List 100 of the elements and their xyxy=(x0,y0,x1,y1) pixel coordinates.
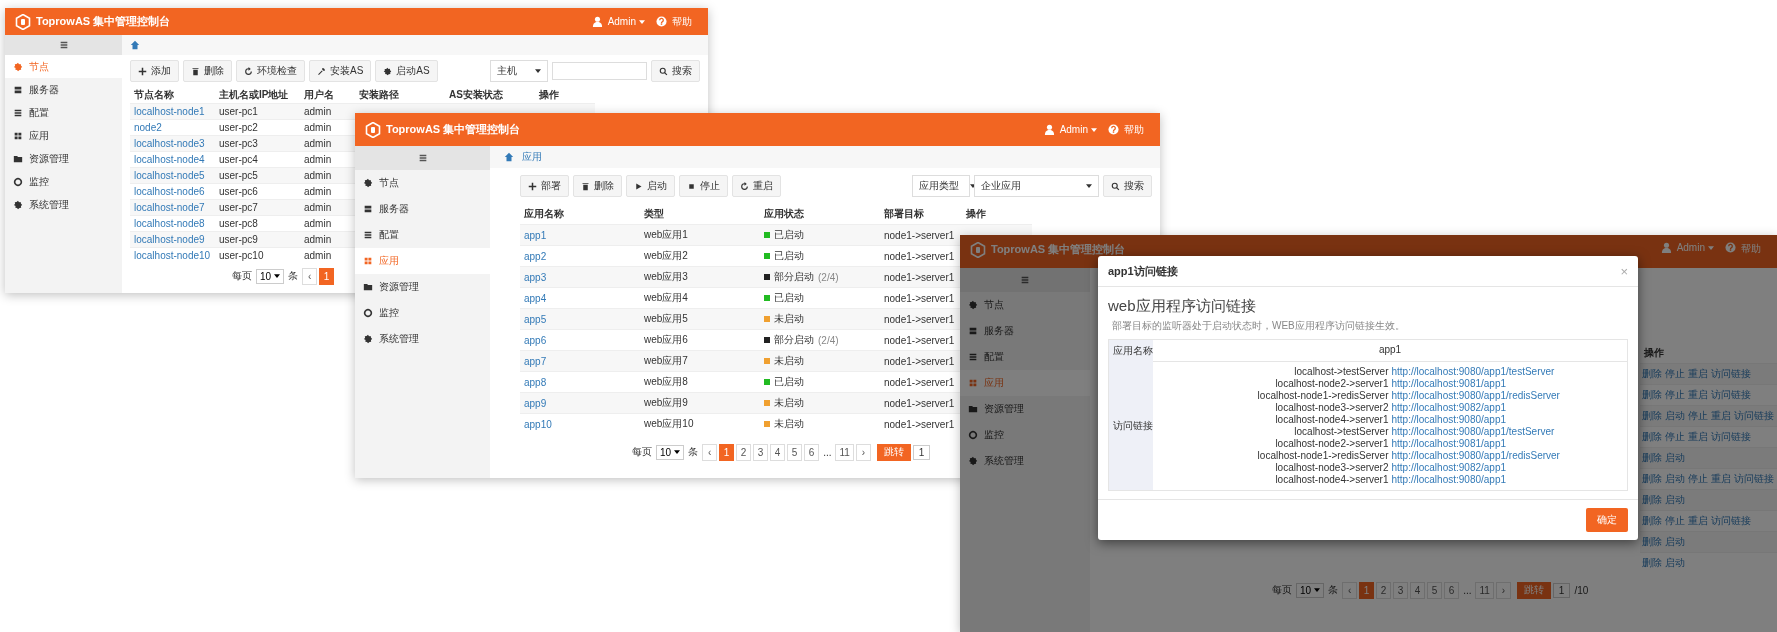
sidebar-item[interactable]: 监控 xyxy=(5,170,122,193)
page-button[interactable]: 6 xyxy=(804,443,820,461)
toolbar-button[interactable]: 删除 xyxy=(183,60,232,82)
url-link[interactable]: http://localhost:9081/app1 xyxy=(1391,438,1627,450)
toolbar-button[interactable]: 停止 xyxy=(679,175,728,197)
help-link[interactable]: 帮助 xyxy=(1741,242,1767,256)
action-link[interactable]: 启动 xyxy=(1665,451,1685,465)
url-link[interactable]: http://localhost:9080/app1 xyxy=(1391,474,1627,486)
sidebar-item[interactable]: 资源管理 xyxy=(5,147,122,170)
jump-button[interactable]: 跳转 xyxy=(1516,581,1551,599)
sidebar-toggle[interactable] xyxy=(960,268,1090,292)
action-link[interactable]: 停止 xyxy=(1665,388,1685,402)
page-button[interactable]: 11 xyxy=(1475,581,1494,599)
action-link[interactable]: 停止 xyxy=(1665,367,1685,381)
action-link[interactable]: 删除 xyxy=(1642,493,1662,507)
name-link[interactable]: app3 xyxy=(520,271,640,283)
action-link[interactable]: 删除 xyxy=(1642,367,1662,381)
action-link[interactable]: 启动 xyxy=(1665,409,1685,423)
user-menu[interactable]: Admin xyxy=(1059,124,1103,135)
action-link[interactable]: 删除 xyxy=(1642,556,1662,570)
sidebar-item[interactable]: 服务器 xyxy=(355,196,490,222)
help-link[interactable]: 帮助 xyxy=(1124,122,1150,137)
action-link[interactable]: 访问链接 xyxy=(1711,514,1751,528)
name-link[interactable]: localhost-node5 xyxy=(130,170,215,181)
action-link[interactable]: 停止 xyxy=(1665,514,1685,528)
action-link[interactable]: 重启 xyxy=(1711,409,1731,423)
action-link[interactable]: 启动 xyxy=(1665,556,1685,570)
action-link[interactable]: 删除 xyxy=(1642,409,1662,423)
name-link[interactable]: app8 xyxy=(520,376,640,388)
name-link[interactable]: node2 xyxy=(130,122,215,133)
url-link[interactable]: http://localhost:9080/app1/testServer xyxy=(1391,426,1627,438)
filter-dropdown[interactable]: 主机 xyxy=(490,60,548,82)
toolbar-button[interactable]: 环境检查 xyxy=(236,60,305,82)
sidebar-item[interactable]: 节点 xyxy=(5,55,122,78)
close-button[interactable]: × xyxy=(1620,263,1628,279)
sidebar-item[interactable]: 系统管理 xyxy=(5,193,122,216)
page-input[interactable]: 1 xyxy=(912,444,931,460)
help-link[interactable]: 帮助 xyxy=(672,14,698,29)
sidebar-item[interactable]: 系统管理 xyxy=(355,326,490,352)
sidebar-item[interactable]: 配置 xyxy=(5,101,122,124)
action-link[interactable]: 删除 xyxy=(1642,535,1662,549)
sidebar-item[interactable]: 资源管理 xyxy=(355,274,490,300)
name-link[interactable]: app4 xyxy=(520,292,640,304)
name-link[interactable]: localhost-node8 xyxy=(130,218,215,229)
url-link[interactable]: http://localhost:9080/app1/testServer xyxy=(1391,366,1627,378)
url-link[interactable]: http://localhost:9082/app1 xyxy=(1391,402,1627,414)
search-button[interactable]: 搜索 xyxy=(1103,175,1152,197)
action-link[interactable]: 停止 xyxy=(1688,472,1708,486)
toolbar-button[interactable]: 部署 xyxy=(520,175,569,197)
action-link[interactable]: 重启 xyxy=(1688,514,1708,528)
filter-dropdown[interactable]: 企业应用 xyxy=(974,175,1099,197)
search-button[interactable]: 搜索 xyxy=(651,60,700,82)
action-link[interactable]: 访问链接 xyxy=(1711,367,1751,381)
user-menu[interactable]: Admin xyxy=(1676,242,1720,253)
page-button[interactable]: 2 xyxy=(1376,581,1392,599)
page-button[interactable]: 3 xyxy=(753,443,769,461)
action-link[interactable]: 删除 xyxy=(1642,514,1662,528)
toolbar-button[interactable]: 添加 xyxy=(130,60,179,82)
home-icon[interactable] xyxy=(504,152,514,162)
page-button[interactable]: 11 xyxy=(835,443,854,461)
sidebar-item[interactable]: 应用 xyxy=(960,370,1090,396)
page-input[interactable]: 1 xyxy=(1552,582,1571,598)
name-link[interactable]: localhost-node10 xyxy=(130,250,215,261)
name-link[interactable]: localhost-node9 xyxy=(130,234,215,245)
name-link[interactable]: localhost-node1 xyxy=(130,106,215,117)
page-button[interactable]: 2 xyxy=(736,443,752,461)
sidebar-toggle[interactable] xyxy=(5,35,122,55)
user-menu[interactable]: Admin xyxy=(607,16,651,27)
action-link[interactable]: 删除 xyxy=(1642,388,1662,402)
sidebar-item[interactable]: 配置 xyxy=(355,222,490,248)
url-link[interactable]: http://localhost:9081/app1 xyxy=(1391,378,1627,390)
page-button[interactable]: 5 xyxy=(787,443,803,461)
url-link[interactable]: http://localhost:9080/app1 xyxy=(1391,414,1627,426)
action-link[interactable]: 访问链接 xyxy=(1711,430,1751,444)
url-link[interactable]: http://localhost:9080/app1/redisServer xyxy=(1391,390,1627,402)
sidebar-item[interactable]: 应用 xyxy=(355,248,490,274)
action-link[interactable]: 删除 xyxy=(1642,430,1662,444)
name-link[interactable]: app6 xyxy=(520,334,640,346)
page-size-dropdown[interactable]: 10 xyxy=(256,268,285,284)
action-link[interactable]: 重启 xyxy=(1688,430,1708,444)
name-link[interactable]: app5 xyxy=(520,313,640,325)
page-button[interactable]: 4 xyxy=(770,443,786,461)
action-link[interactable]: 启动 xyxy=(1665,535,1685,549)
name-link[interactable]: app1 xyxy=(520,229,640,241)
sidebar-item[interactable]: 服务器 xyxy=(5,78,122,101)
page-button[interactable]: 1 xyxy=(719,443,735,461)
page-button[interactable]: 1 xyxy=(319,267,335,285)
toolbar-button[interactable]: 启动AS xyxy=(375,60,438,82)
page-button[interactable]: 5 xyxy=(1427,581,1443,599)
toolbar-button[interactable]: 安装AS xyxy=(309,60,372,82)
action-link[interactable]: 停止 xyxy=(1665,430,1685,444)
toolbar-button[interactable]: 重启 xyxy=(732,175,781,197)
toolbar-button[interactable]: 启动 xyxy=(626,175,675,197)
sidebar-item[interactable]: 监控 xyxy=(355,300,490,326)
search-field[interactable] xyxy=(552,62,647,80)
action-link[interactable]: 访问链接 xyxy=(1711,388,1751,402)
action-link[interactable]: 重启 xyxy=(1688,367,1708,381)
name-link[interactable]: localhost-node7 xyxy=(130,202,215,213)
page-size-dropdown[interactable]: 10 xyxy=(656,444,685,460)
sidebar-item[interactable]: 节点 xyxy=(355,170,490,196)
